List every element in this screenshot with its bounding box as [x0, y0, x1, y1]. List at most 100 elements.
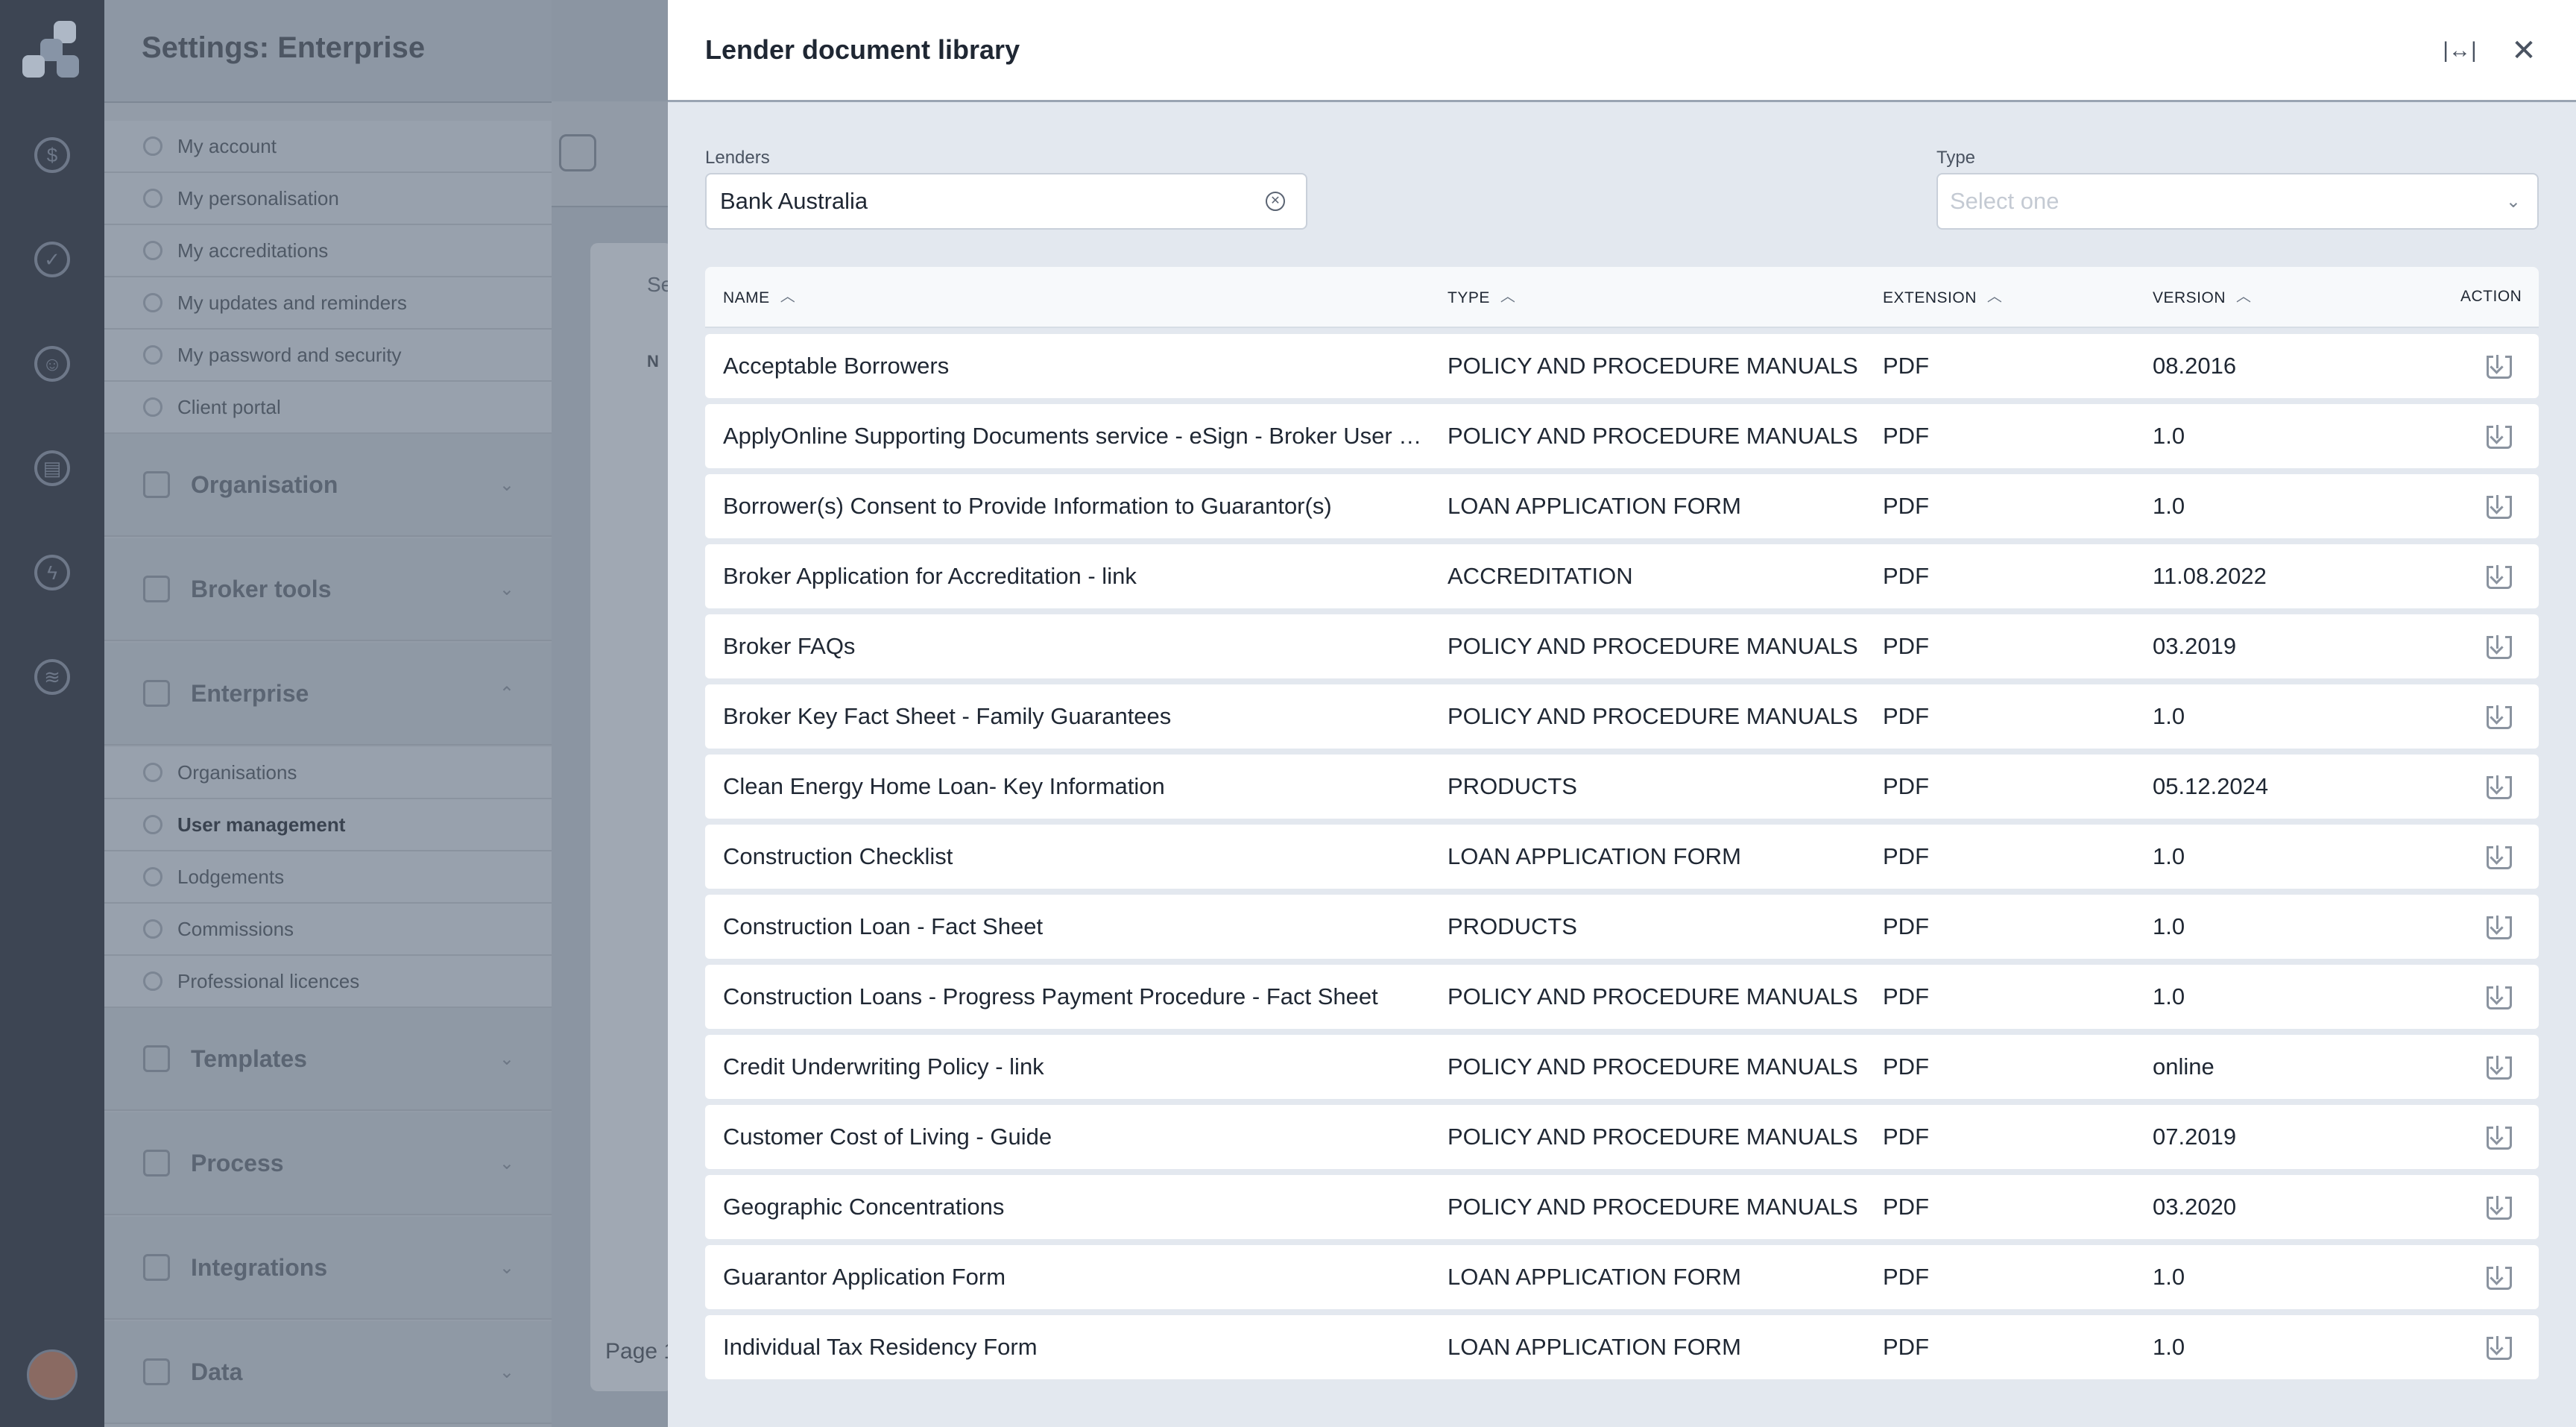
filter-icon[interactable] [559, 134, 596, 171]
document-type: LOAN APPLICATION FORM [1448, 1264, 1741, 1290]
download-icon[interactable] [2487, 353, 2512, 379]
menu-item-my-accreditations[interactable]: My accreditations [104, 225, 552, 277]
section-enterprise[interactable]: Enterprise ⌃ [104, 643, 552, 746]
download-icon[interactable] [2487, 1335, 2512, 1360]
column-header-type[interactable]: TYPE ︿ [1448, 267, 1515, 327]
document-version: 05.12.2024 [2153, 773, 2269, 799]
table-row[interactable]: Construction Checklist LOAN APPLICATION F… [705, 825, 2539, 889]
dollar-icon[interactable]: $ [34, 137, 70, 173]
table-row[interactable]: Borrower(s) Consent to Provide Informati… [705, 474, 2539, 538]
table-row[interactable]: Acceptable Borrowers POLICY AND PROCEDURE… [705, 334, 2539, 398]
menu-item-commissions[interactable]: Commissions [104, 904, 552, 956]
document-name[interactable]: Geographic Concentrations [723, 1175, 1431, 1239]
menu-item-lodgements[interactable]: Lodgements [104, 851, 552, 904]
document-name[interactable]: Construction Loan - Fact Sheet [723, 895, 1431, 959]
table-row[interactable]: Customer Cost of Living - Guide POLICY AN… [705, 1105, 2539, 1169]
download-icon[interactable] [2487, 1124, 2512, 1150]
download-icon[interactable] [2487, 564, 2512, 589]
close-icon[interactable]: ✕ [2501, 28, 2546, 73]
document-name[interactable]: Customer Cost of Living - Guide [723, 1105, 1431, 1169]
document-type: LOAN APPLICATION FORM [1448, 1334, 1741, 1360]
table-row[interactable]: ApplyOnline Supporting Documents service… [705, 404, 2539, 468]
document-version: 03.2020 [2153, 1194, 2237, 1220]
table-row[interactable]: Guarantor Application Form LOAN APPLICATI… [705, 1245, 2539, 1309]
menu-item-my-personalisation[interactable]: My personalisation [104, 173, 552, 225]
download-icon[interactable] [2487, 704, 2512, 729]
menu-item-client-portal[interactable]: Client portal [104, 382, 552, 434]
document-name[interactable]: ApplyOnline Supporting Documents service… [723, 404, 1431, 468]
document-name[interactable]: Guarantor Application Form [723, 1245, 1431, 1309]
collapse-width-icon[interactable]: |↔| [2437, 28, 2482, 73]
document-name[interactable]: Acceptable Borrowers [723, 334, 1431, 398]
document-extension: PDF [1883, 983, 1929, 1009]
book-icon[interactable]: ▤ [34, 450, 70, 486]
user-list-background: Se N Page 1 [552, 0, 676, 1427]
download-icon[interactable] [2487, 914, 2512, 939]
table-row[interactable]: Construction Loan - Fact Sheet PRODUCTS PD… [705, 895, 2539, 959]
download-icon[interactable] [2487, 634, 2512, 659]
table-row[interactable]: Broker Application for Accreditation - l… [705, 544, 2539, 608]
download-icon[interactable] [2487, 984, 2512, 1009]
document-name[interactable]: Clean Energy Home Loan- Key Information [723, 755, 1431, 819]
document-name[interactable]: Credit Underwriting Policy - link [723, 1035, 1431, 1099]
document-name[interactable]: Borrower(s) Consent to Provide Informati… [723, 474, 1431, 538]
column-label: TYPE [1448, 289, 1490, 306]
menu-item-label: Commissions [177, 917, 294, 940]
table-row[interactable]: Geographic Concentrations POLICY AND PROC… [705, 1175, 2539, 1239]
chevron-down-icon: ⌄ [499, 1257, 514, 1278]
table-row[interactable]: Broker Key Fact Sheet - Family Guarantee… [705, 684, 2539, 749]
document-type: POLICY AND PROCEDURE MANUALS [1448, 423, 1858, 449]
list-card: Se N Page 1 [590, 243, 676, 1391]
table-row[interactable]: Construction Loans - Progress Payment Pr… [705, 965, 2539, 1029]
download-icon[interactable] [2487, 1264, 2512, 1290]
clear-icon[interactable]: ✕ [1266, 192, 1285, 211]
people-icon[interactable]: ☺ [34, 346, 70, 382]
document-version: 1.0 [2153, 493, 2185, 519]
lender-document-drawer: Lender document library |↔| ✕ Lenders Ba… [668, 0, 2576, 1427]
download-icon[interactable] [2487, 1054, 2512, 1080]
document-name[interactable]: Broker Key Fact Sheet - Family Guarantee… [723, 684, 1431, 749]
menu-item-my-account[interactable]: My account [104, 121, 552, 173]
hierarchy-icon [143, 680, 170, 707]
menu-item-label: My personalisation [177, 186, 339, 210]
menu-item-organisations[interactable]: Organisations [104, 747, 552, 799]
menu-item-my-password[interactable]: My password and security [104, 330, 552, 382]
pagination-label: Page 1 [605, 1339, 677, 1364]
table-row[interactable]: Credit Underwriting Policy - link POLICY … [705, 1035, 2539, 1099]
column-header-version[interactable]: VERSION ︿ [2153, 267, 2252, 327]
layers-icon[interactable]: ≋ [34, 659, 70, 695]
column-label: VERSION [2153, 289, 2226, 306]
document-name[interactable]: Broker Application for Accreditation - l… [723, 544, 1431, 608]
column-header-name[interactable]: NAME ︿ [723, 267, 795, 327]
avatar[interactable] [27, 1349, 78, 1400]
menu-item-user-management[interactable]: User management [104, 799, 552, 851]
section-process[interactable]: Process ⌄ [104, 1112, 552, 1215]
download-icon[interactable] [2487, 774, 2512, 799]
database-icon [143, 1358, 170, 1385]
document-name[interactable]: Construction Checklist [723, 825, 1431, 889]
download-icon[interactable] [2487, 423, 2512, 449]
section-label: Enterprise [191, 679, 309, 707]
menu-item-professional-licences[interactable]: Professional licences [104, 956, 552, 1008]
section-broker-tools[interactable]: Broker tools ⌄ [104, 538, 552, 641]
menu-item-my-updates[interactable]: My updates and reminders [104, 277, 552, 330]
document-name[interactable]: Broker FAQs [723, 614, 1431, 678]
download-icon[interactable] [2487, 494, 2512, 519]
column-header-extension[interactable]: EXTENSION ︿ [1883, 267, 2002, 327]
section-organisation[interactable]: Organisation ⌄ [104, 434, 552, 537]
table-row[interactable]: Broker FAQs POLICY AND PROCEDURE MANUALS P… [705, 614, 2539, 678]
app-logo[interactable] [21, 18, 83, 81]
type-select[interactable]: Select one ⌄ [1936, 173, 2539, 230]
download-icon[interactable] [2487, 1194, 2512, 1220]
section-integrations[interactable]: Integrations ⌄ [104, 1217, 552, 1320]
document-name[interactable]: Individual Tax Residency Form [723, 1315, 1431, 1379]
lenders-select[interactable]: Bank Australia ✕ [705, 173, 1307, 230]
document-name[interactable]: Construction Loans - Progress Payment Pr… [723, 965, 1431, 1029]
check-icon[interactable]: ✓ [34, 242, 70, 277]
section-data[interactable]: Data ⌄ [104, 1321, 552, 1424]
table-row[interactable]: Individual Tax Residency Form LOAN APPLIC… [705, 1315, 2539, 1379]
download-icon[interactable] [2487, 844, 2512, 869]
bolt-icon[interactable]: ϟ [34, 555, 70, 590]
section-templates[interactable]: Templates ⌄ [104, 1008, 552, 1111]
table-row[interactable]: Clean Energy Home Loan- Key Information P… [705, 755, 2539, 819]
